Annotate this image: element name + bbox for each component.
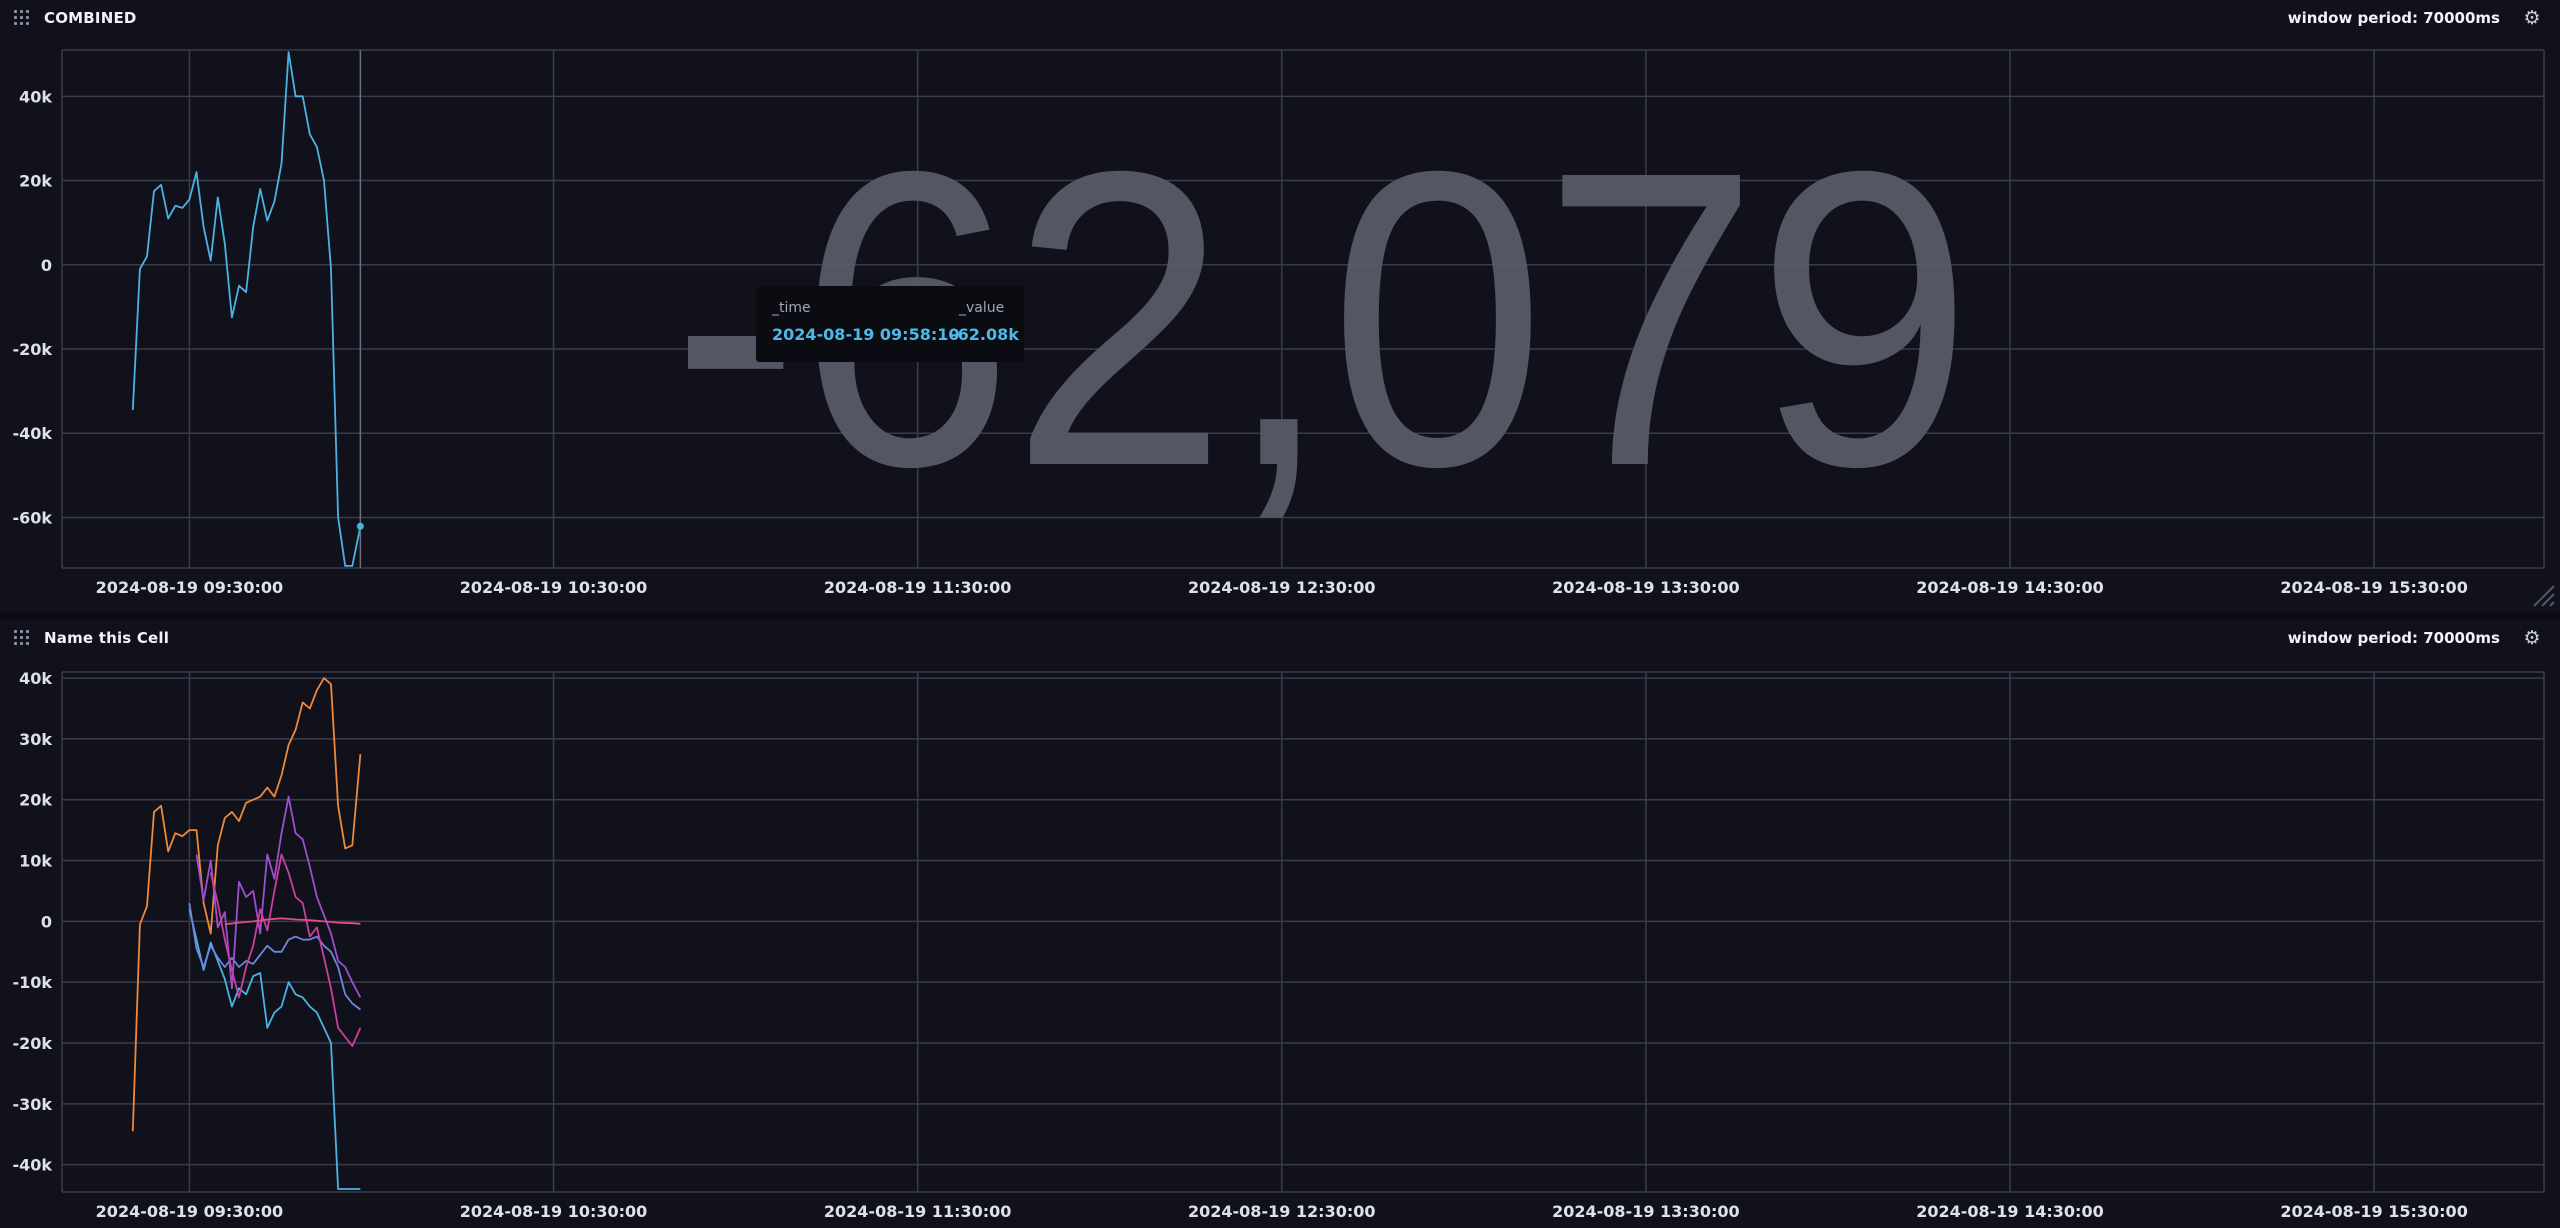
line-chart-combined: 40k 20k 0 -20k -40k -60k 2024-08-19 09:30:00 20…	[12, 49, 2545, 597]
x-tick-label: 2024-08-19 12:30:00	[1188, 1202, 1376, 1221]
window-period-label: window period: 70000ms	[2287, 629, 2500, 647]
x-tick-label: 2024-08-19 12:30:00	[1188, 578, 1376, 597]
line-chart-name-this-cell: 40k 30k 20k 10k 0 -10k -20k -30k -40k 2024-08-19 …	[12, 669, 2545, 1221]
y-tick-label: -20k	[12, 1034, 52, 1053]
y-tick-label: 40k	[19, 669, 52, 688]
drag-handle-icon[interactable]	[14, 10, 30, 26]
x-tick-label: 2024-08-19 10:30:00	[460, 1202, 648, 1221]
cell-name-this-cell: Name this Cell window period: 70000ms ⚙ …	[0, 620, 2560, 1228]
drag-handle-icon[interactable]	[14, 630, 30, 646]
y-tick-label: 10k	[19, 852, 52, 871]
y-tick-label: 40k	[19, 87, 52, 106]
series-line-1	[131, 51, 362, 567]
tooltip-value: -62.08k	[951, 325, 1019, 344]
y-tick-label: 20k	[19, 791, 52, 810]
y-tick-label: -30k	[12, 1095, 52, 1114]
x-tick-label: 2024-08-19 14:30:00	[1916, 1202, 2104, 1221]
cell-header: Name this Cell window period: 70000ms ⚙	[0, 620, 2560, 656]
y-tick-label: -60k	[12, 508, 52, 527]
y-tick-label: 0	[41, 256, 52, 275]
x-tick-label: 2024-08-19 09:30:00	[96, 1202, 284, 1221]
cell-title: COMBINED	[44, 9, 137, 27]
grid-lines	[61, 671, 2545, 1193]
resize-handle-icon[interactable]	[2532, 584, 2556, 608]
gear-icon[interactable]: ⚙	[2522, 628, 2542, 648]
x-tick-label: 2024-08-19 15:30:00	[2280, 578, 2468, 597]
hover-point	[356, 522, 364, 530]
y-tick-label: 30k	[19, 730, 52, 749]
y-tick-label: -40k	[12, 1156, 52, 1175]
y-tick-label: 20k	[19, 172, 52, 191]
x-tick-label: 2024-08-19 09:30:00	[96, 578, 284, 597]
y-tick-label: 0	[41, 912, 52, 931]
gear-icon[interactable]: ⚙	[2522, 8, 2542, 28]
x-tick-label: 2024-08-19 11:30:00	[824, 578, 1012, 597]
series-line-1	[131, 677, 362, 1132]
cell-combined: COMBINED window period: 70000ms ⚙ 40k 20k…	[0, 0, 2560, 612]
cell-header: COMBINED window period: 70000ms ⚙	[0, 0, 2560, 36]
cell-title: Name this Cell	[44, 629, 170, 647]
grid-lines	[61, 49, 2545, 569]
window-period-label: window period: 70000ms	[2287, 9, 2500, 27]
tooltip-value-header: _value	[959, 300, 1005, 316]
y-tick-label: -10k	[12, 973, 52, 992]
y-tick-label: -40k	[12, 424, 52, 443]
x-tick-label: 2024-08-19 13:30:00	[1552, 1202, 1740, 1221]
series-group	[131, 51, 362, 567]
x-tick-label: 2024-08-19 14:30:00	[1916, 578, 2104, 597]
tooltip-time-value: 2024-08-19 09:58:10	[772, 325, 960, 344]
x-tick-label: 2024-08-19 10:30:00	[460, 578, 648, 597]
x-tick-label: 2024-08-19 15:30:00	[2280, 1202, 2468, 1221]
hover-tooltip: _time _value 2024-08-19 09:58:10 -62.08k	[756, 286, 1024, 362]
x-tick-label: 2024-08-19 13:30:00	[1552, 578, 1740, 597]
series-line-5	[209, 853, 362, 1047]
series-group	[131, 677, 362, 1190]
y-tick-label: -20k	[12, 340, 52, 359]
x-tick-label: 2024-08-19 11:30:00	[824, 1202, 1012, 1221]
tooltip-time-header: _time	[772, 300, 811, 316]
